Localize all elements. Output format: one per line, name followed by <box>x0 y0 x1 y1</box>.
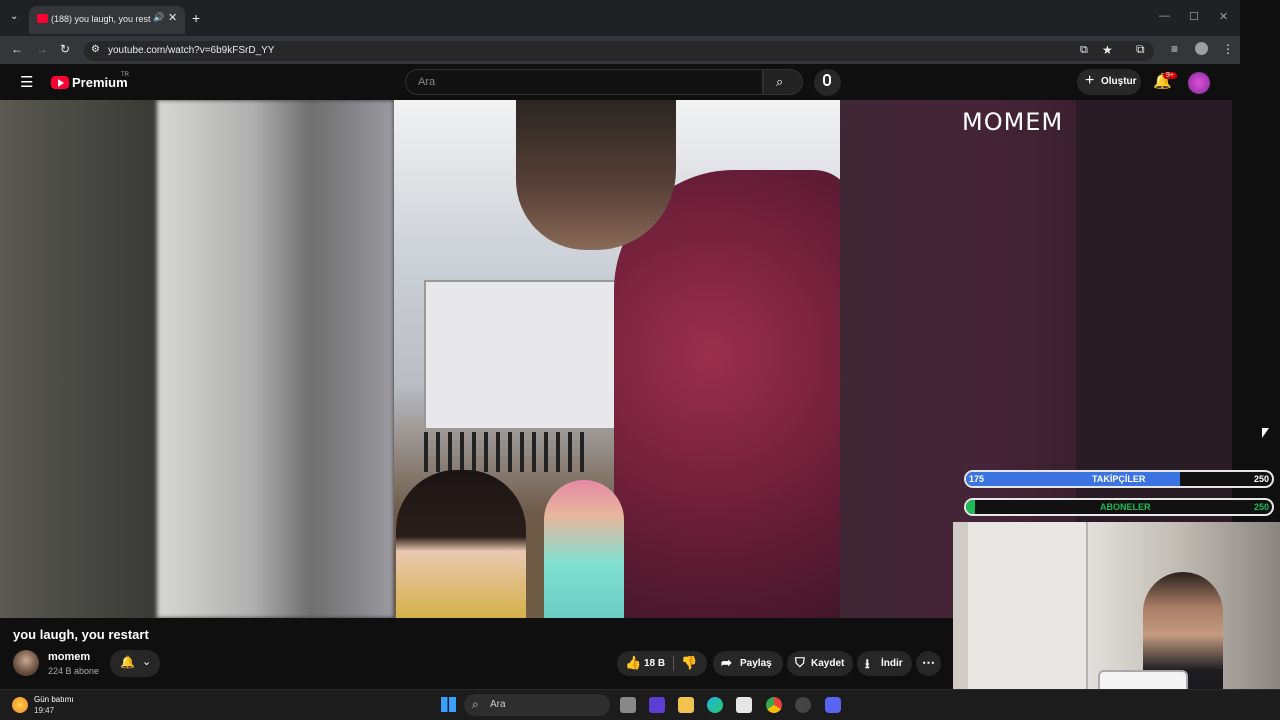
plus-icon: + <box>1085 72 1095 89</box>
channel-avatar-small[interactable] <box>13 650 39 676</box>
logo-text: Premium <box>72 75 128 90</box>
channel-avatar[interactable] <box>1188 72 1210 94</box>
browser-tab-bar: ⌄ (188) you laugh, you restart 🔊 ✕ + — ☐… <box>0 0 1240 36</box>
bell-icon: 🔔 <box>120 655 135 669</box>
browser-tab[interactable]: (188) you laugh, you restart 🔊 ✕ <box>29 6 185 34</box>
video-title: you laugh, you restart <box>13 627 149 642</box>
close-tab-icon[interactable]: ✕ <box>168 11 177 24</box>
back-icon[interactable]: ← <box>11 42 23 56</box>
blurred-background-left <box>157 100 394 618</box>
weather-title[interactable]: Gün batımı <box>34 695 74 704</box>
bookmark-icon: ⛉ <box>795 655 805 670</box>
windows-taskbar: Gün batımı 19:47 ⌕ Ara <box>0 689 1280 720</box>
house-background <box>424 280 624 430</box>
channel-name[interactable]: momem <box>48 651 90 663</box>
create-button[interactable]: + Oluştur <box>1077 69 1141 95</box>
subscribers-goal: 250 <box>1254 502 1270 512</box>
like-icon[interactable]: 👍 <box>625 655 641 671</box>
cabinet <box>968 522 1088 710</box>
discord-icon[interactable] <box>825 697 841 713</box>
close-window-icon[interactable]: ✕ <box>1219 10 1228 23</box>
url-text: youtube.com/watch?v=6b9kFSrD_YY <box>108 45 275 56</box>
address-bar-row: ← → ↻ ⚙ youtube.com/watch?v=6b9kFSrD_YY … <box>0 36 1240 64</box>
maximize-icon[interactable]: ☐ <box>1189 10 1199 23</box>
cast-icon[interactable]: ⧉ <box>1080 44 1088 57</box>
minimize-icon[interactable]: — <box>1159 10 1170 22</box>
taskbar-search[interactable]: ⌕ Ara <box>464 694 610 716</box>
taskbar-search-icon: ⌕ <box>472 697 479 711</box>
man-shirt <box>614 170 840 618</box>
media-control-icon[interactable]: ≡ <box>1171 42 1178 56</box>
subscription-bell-button[interactable]: 🔔 ⌄ <box>110 650 160 677</box>
youtube-logo[interactable]: Premium TR <box>51 72 141 92</box>
search-button[interactable]: ⌕ <box>763 69 803 95</box>
more-icon: ⋯ <box>922 655 935 670</box>
weather-sun-icon[interactable] <box>12 697 28 713</box>
notification-count-badge: 9+ <box>1163 72 1177 79</box>
windows-start-icon[interactable] <box>441 697 456 712</box>
new-tab-icon[interactable]: + <box>192 10 200 26</box>
profile-avatar[interactable] <box>1195 42 1208 55</box>
dislike-icon[interactable]: 👎 <box>681 655 697 671</box>
youtube-header: ☰ Premium TR Ara ⌕ + Oluştur 🔔 9+ <box>0 64 1240 100</box>
woman-figure <box>396 470 526 618</box>
hamburger-menu-icon[interactable]: ☰ <box>20 73 33 91</box>
forward-icon[interactable]: → <box>36 42 48 56</box>
microphone-icon <box>823 74 831 86</box>
logo-region: TR <box>121 72 129 78</box>
video-frame <box>394 100 840 618</box>
url-field[interactable]: ⚙ youtube.com/watch?v=6b9kFSrD_YY ⧉ ★ <box>84 41 1154 61</box>
followers-goal: 250 <box>1254 474 1270 484</box>
speaker-icon[interactable]: 🔊 <box>153 12 164 23</box>
weather-time: 19:47 <box>34 706 55 715</box>
browser-menu-icon[interactable]: ⋮ <box>1222 42 1234 56</box>
share-icon: ➦ <box>721 655 732 670</box>
porch-railing <box>424 432 584 472</box>
webcam-overlay <box>953 522 1280 710</box>
create-label: Oluştur <box>1101 76 1137 87</box>
subscribers-current: 7 <box>969 502 975 512</box>
subscriber-count: 224 B abone <box>48 666 100 676</box>
app-icon[interactable] <box>795 697 811 713</box>
mouse-cursor-icon <box>1262 428 1269 438</box>
followers-current: 175 <box>969 474 985 484</box>
search-icon: ⌕ <box>776 74 784 89</box>
extensions-icon[interactable]: ⧉ <box>1136 42 1145 57</box>
voice-search-button[interactable] <box>814 69 841 96</box>
followers-fill <box>966 472 1181 486</box>
subscribers-progress-bar: 7 ABONELER 250 <box>964 498 1274 516</box>
tab-title: (188) you laugh, you restart <box>51 14 151 24</box>
video-watermark: MOMEM <box>962 108 1064 136</box>
task-view-icon[interactable] <box>620 697 636 713</box>
widgets-icon[interactable] <box>649 697 665 713</box>
like-dislike-group: 👍 18 B 👎 <box>617 651 707 676</box>
youtube-favicon-icon <box>37 14 48 23</box>
chrome-icon[interactable] <box>766 697 782 713</box>
subscribers-label: ABONELER <box>1100 502 1151 512</box>
search-placeholder: Ara <box>418 76 436 88</box>
share-button[interactable]: ➦ Paylaş <box>713 651 783 676</box>
followers-label: TAKİPÇİLER <box>1092 474 1146 484</box>
download-label: İndir <box>881 658 903 669</box>
bookmark-star-icon[interactable]: ★ <box>1102 43 1113 57</box>
taskbar-search-label: Ara <box>490 699 506 710</box>
download-button[interactable]: ⭳ İndir <box>857 651 912 676</box>
file-explorer-icon[interactable] <box>678 697 694 713</box>
chevron-down-icon: ⌄ <box>142 656 152 668</box>
followers-progress-bar: 175 TAKİPÇİLER 250 <box>964 470 1274 488</box>
download-icon: ⭳ <box>865 656 870 671</box>
save-button[interactable]: ⛉ Kaydet <box>787 651 853 676</box>
search-input[interactable]: Ara <box>405 69 763 95</box>
share-label: Paylaş <box>740 658 772 669</box>
save-label: Kaydet <box>811 658 845 669</box>
girl-figure <box>544 480 624 618</box>
site-info-icon[interactable]: ⚙ <box>91 44 100 55</box>
edge-icon[interactable] <box>707 697 723 713</box>
reload-icon[interactable]: ↻ <box>60 42 70 56</box>
tab-search-icon[interactable]: ⌄ <box>10 11 18 22</box>
like-count[interactable]: 18 B <box>644 658 665 669</box>
more-actions-button[interactable]: ⋯ <box>916 651 941 676</box>
store-icon[interactable] <box>736 697 752 713</box>
